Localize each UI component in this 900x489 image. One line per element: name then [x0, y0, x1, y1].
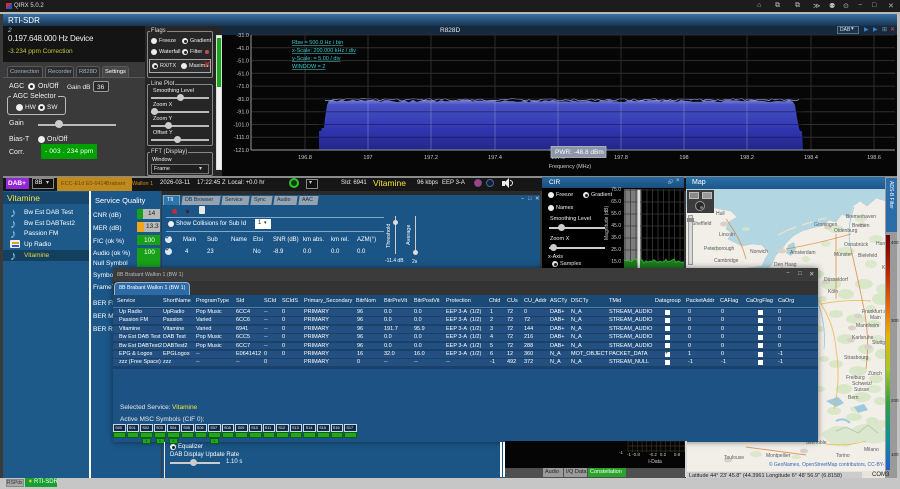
svg-text:Lincoln: Lincoln — [719, 232, 735, 238]
svg-text:Cambridge: Cambridge — [714, 258, 739, 264]
svg-text:0.2: 0.2 — [660, 452, 667, 457]
svg-text:Strasbourg: Strasbourg — [844, 355, 869, 361]
svg-text:WINDOW = 2: WINDOW = 2 — [292, 64, 325, 70]
svg-text:Bremerhaven: Bremerhaven — [846, 214, 876, 220]
svg-text:198.6: 198.6 — [867, 155, 881, 161]
svg-text:-71.0: -71.0 — [236, 84, 249, 90]
svg-text:-31.0: -31.0 — [236, 33, 249, 39]
svg-text:-91.0: -91.0 — [236, 110, 249, 116]
svg-text:198: 198 — [679, 155, 688, 161]
svg-text:Milano: Milano — [864, 447, 879, 453]
svg-text:Münster: Münster — [834, 252, 852, 258]
svg-text:-121.0: -121.0 — [233, 148, 249, 154]
svg-text:197.2: 197.2 — [424, 155, 438, 161]
svg-text:Osnabrück: Osnabrück — [844, 242, 869, 248]
svg-text:Bielefeld: Bielefeld — [858, 253, 877, 259]
svg-text:Peterborough: Peterborough — [704, 246, 735, 252]
svg-text:-51.0: -51.0 — [236, 59, 249, 65]
svg-text:-1: -1 — [627, 452, 631, 457]
svg-text:-0.2: -0.2 — [649, 452, 657, 457]
svg-text:0.8: 0.8 — [674, 452, 681, 457]
svg-text:y-Scale: = 5.00 / div: y-Scale: = 5.00 / div — [292, 56, 341, 62]
svg-text:197.4: 197.4 — [488, 155, 502, 161]
svg-text:Toulouse: Toulouse — [724, 455, 744, 461]
svg-text:198.2: 198.2 — [740, 155, 754, 161]
svg-text:-41.0: -41.0 — [236, 46, 249, 52]
svg-text:Montpellier: Montpellier — [766, 453, 791, 459]
svg-text:PWR: -48.8 dBm: PWR: -48.8 dBm — [555, 149, 604, 156]
svg-text:Rbw = 500.0 Hz / bin: Rbw = 500.0 Hz / bin — [292, 40, 343, 46]
svg-text:Frequency (MHz): Frequency (MHz) — [549, 164, 592, 170]
svg-text:198.4: 198.4 — [804, 155, 818, 161]
svg-text:-1: -1 — [619, 450, 623, 455]
svg-text:Düsseldorf: Düsseldorf — [824, 277, 849, 283]
svg-text:Hull: Hull — [716, 211, 725, 217]
svg-text:Bern: Bern — [848, 395, 859, 401]
svg-text:Sheffield: Sheffield — [692, 221, 712, 227]
svg-text:-111.0: -111.0 — [234, 135, 249, 141]
svg-text:Norwich: Norwich — [750, 249, 768, 255]
svg-text:Torino: Torino — [836, 453, 850, 459]
svg-text:Amsterdam: Amsterdam — [790, 250, 816, 256]
svg-text:Köln: Köln — [828, 289, 838, 295]
svg-text:Suisse: Suisse — [854, 387, 869, 393]
svg-text:-81.0: -81.0 — [236, 97, 249, 103]
svg-text:197.8: 197.8 — [614, 155, 628, 161]
svg-text:Karlsruhe: Karlsruhe — [852, 335, 874, 341]
svg-text:© GeoNames, OpenStreetMap cont: © GeoNames, OpenStreetMap contributors, … — [769, 461, 892, 468]
svg-text:x-Scale: 200.000 kHz / div: x-Scale: 200.000 kHz / div — [292, 48, 356, 54]
svg-text:Main: Main — [870, 315, 881, 321]
svg-text:I-Data: I-Data — [648, 459, 662, 465]
svg-text:197: 197 — [363, 155, 372, 161]
svg-text:Bremen: Bremen — [852, 223, 870, 229]
svg-text:Zürich: Zürich — [868, 371, 882, 377]
svg-text:196.8: 196.8 — [298, 155, 312, 161]
svg-text:-61.0: -61.0 — [236, 71, 249, 77]
svg-text:-0.8: -0.8 — [632, 452, 640, 457]
svg-text:-101.0: -101.0 — [233, 123, 249, 129]
svg-text:Mannheim: Mannheim — [856, 323, 879, 329]
